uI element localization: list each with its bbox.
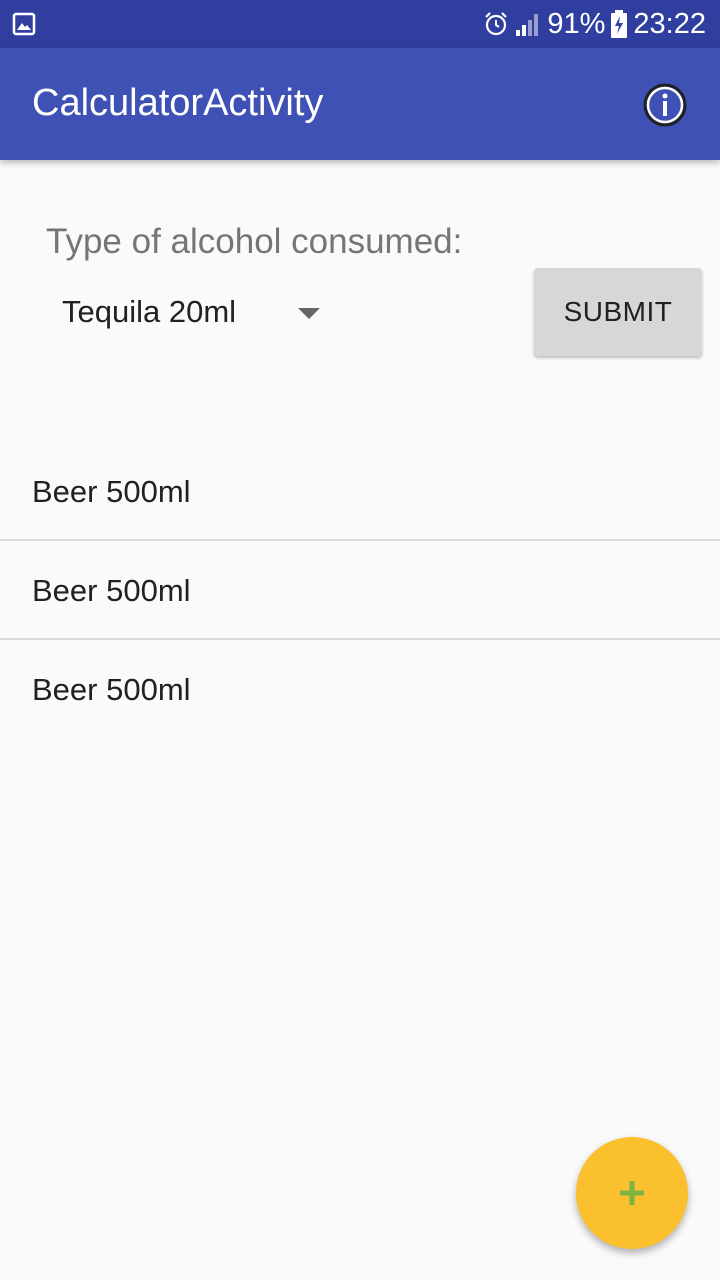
status-icons: 91% 23:22: [483, 0, 706, 48]
list-item-label: Beer 500ml: [32, 573, 191, 608]
alcohol-type-label: Type of alcohol consumed:: [46, 222, 463, 261]
list-item[interactable]: Beer 500ml: [0, 541, 720, 640]
app-bar: CalculatorActivity: [0, 48, 720, 160]
battery-charging-icon: [611, 10, 628, 38]
status-bar: 91% 23:22: [0, 0, 720, 48]
plus-icon: [620, 1181, 644, 1205]
dropdown-arrow-icon: [298, 308, 320, 319]
add-button[interactable]: [576, 1137, 688, 1249]
consumed-drinks-list: Beer 500ml Beer 500ml Beer 500ml: [0, 442, 720, 737]
battery-percentage: 91%: [547, 7, 606, 40]
signal-icon: [516, 14, 539, 36]
page-title: CalculatorActivity: [32, 82, 324, 124]
list-item[interactable]: Beer 500ml: [0, 442, 720, 541]
list-item[interactable]: Beer 500ml: [0, 640, 720, 737]
list-item-label: Beer 500ml: [32, 474, 191, 509]
submit-button[interactable]: SUBMIT: [534, 268, 702, 356]
dropdown-selected-value: Tequila 20ml: [62, 294, 237, 329]
info-icon[interactable]: [642, 82, 688, 128]
gallery-icon: [12, 12, 36, 36]
alcohol-type-dropdown[interactable]: Tequila 20ml: [62, 290, 332, 338]
list-item-label: Beer 500ml: [32, 672, 191, 707]
clock: 23:22: [633, 7, 706, 40]
alarm-icon: [485, 12, 508, 36]
